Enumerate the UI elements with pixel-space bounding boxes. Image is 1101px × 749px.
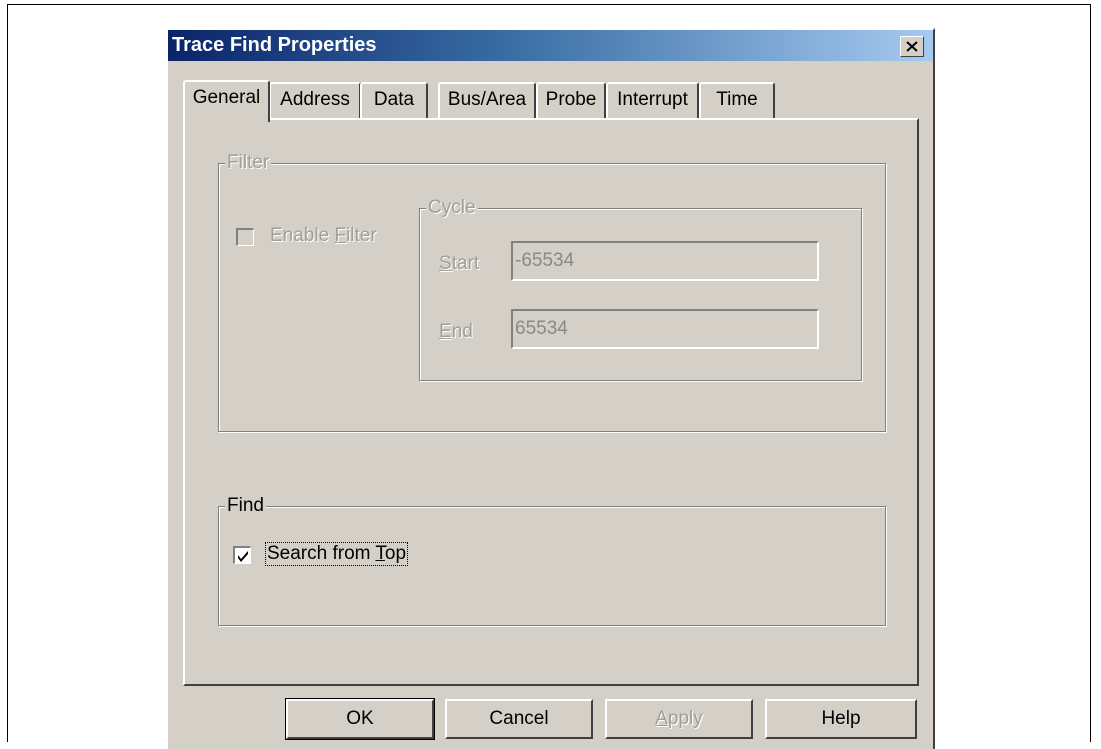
find-group: Find: [218, 495, 886, 626]
tab-label: General: [192, 87, 261, 108]
cycle-end-input[interactable]: [511, 309, 819, 349]
filter-group: Filter Enable Filter Cycle Start End: [218, 152, 886, 432]
tab-label: Probe: [545, 89, 597, 110]
close-button[interactable]: [900, 36, 924, 57]
cycle-start-input[interactable]: [511, 241, 819, 281]
tab-label: Bus/Area: [447, 89, 527, 110]
tab-probe[interactable]: Probe: [536, 82, 606, 118]
cancel-button[interactable]: Cancel: [445, 699, 593, 739]
filter-group-label: Filter: [225, 152, 272, 174]
apply-button[interactable]: Apply: [605, 699, 753, 739]
ok-button[interactable]: OK: [285, 698, 435, 740]
tab-address[interactable]: Address: [269, 82, 361, 118]
search-from-top-checkbox[interactable]: [233, 546, 251, 564]
tab-label: Time: [716, 89, 758, 110]
tab-interrupt[interactable]: Interrupt: [606, 82, 699, 118]
find-group-label: Find: [225, 495, 266, 517]
checkmark-icon: [238, 551, 248, 562]
tab-label: Data: [373, 89, 415, 110]
tab-bus-area[interactable]: Bus/Area: [438, 82, 536, 118]
trace-find-properties-dialog: Trace Find Properties General Address Da…: [166, 28, 935, 749]
dialog-title: Trace Find Properties: [172, 34, 377, 56]
enable-filter-checkbox[interactable]: [236, 228, 254, 246]
cycle-group-label: Cycle: [426, 197, 478, 219]
start-label: Start: [439, 253, 480, 274]
enable-filter-label: Enable Filter: [270, 225, 377, 246]
tab-label: Interrupt: [617, 89, 688, 110]
tab-general[interactable]: General: [183, 80, 270, 122]
general-tab-panel: Filter Enable Filter Cycle Start End Fin…: [183, 118, 919, 686]
tab-label: Address: [280, 89, 350, 110]
cycle-group: Cycle Start End: [419, 197, 862, 381]
tab-data[interactable]: Data: [360, 82, 428, 118]
close-icon: [906, 41, 918, 52]
end-label: End: [439, 321, 473, 342]
tab-time[interactable]: Time: [699, 82, 775, 118]
search-from-top-label[interactable]: Search from Top: [265, 542, 409, 566]
help-button[interactable]: Help: [765, 699, 917, 739]
title-bar[interactable]: Trace Find Properties: [168, 30, 933, 61]
